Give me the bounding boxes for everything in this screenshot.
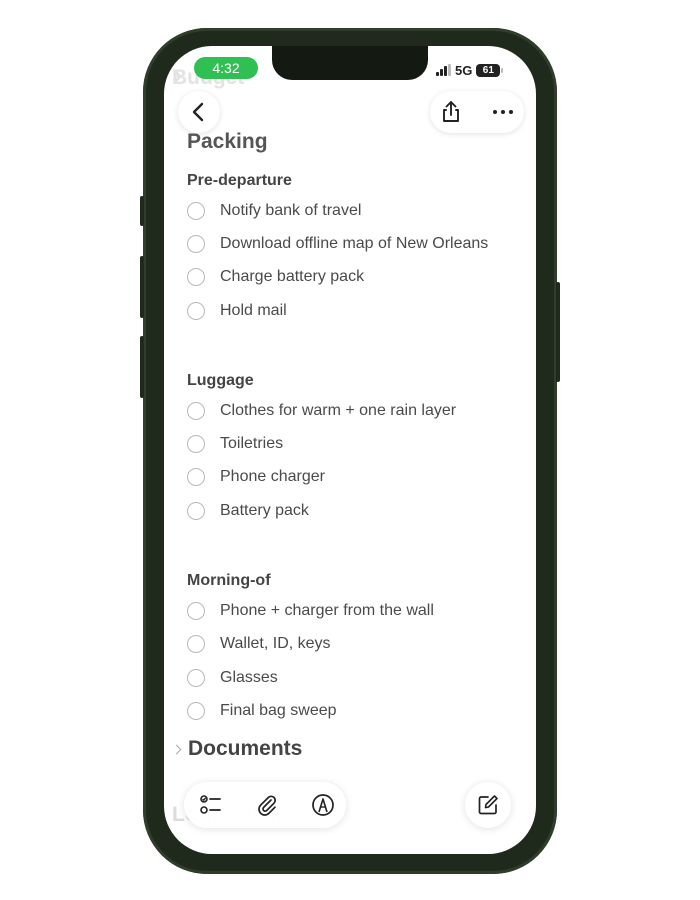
more-icon — [493, 110, 513, 114]
network-type: 5G — [455, 62, 473, 78]
checklist-item: Charge battery pack — [187, 261, 517, 294]
checklist-item-text[interactable]: Glasses — [220, 669, 278, 687]
power-button — [556, 282, 560, 382]
checklist-item-text[interactable]: Phone charger — [220, 468, 325, 486]
checklist-item: Clothes for warm + one rain layer — [187, 394, 517, 427]
checkbox[interactable] — [187, 401, 205, 420]
checkbox[interactable] — [187, 234, 205, 253]
signal-icon — [436, 64, 451, 76]
section-heading[interactable]: Pre-departure — [187, 171, 517, 191]
checklist-item: Hold mail — [187, 294, 517, 327]
checklist-item-text[interactable]: Phone + charger from the wall — [220, 602, 434, 620]
share-button[interactable] — [430, 91, 472, 133]
bottom-toolbar — [184, 782, 346, 828]
top-actions — [430, 91, 524, 133]
dynamic-island — [272, 46, 428, 80]
checkbox[interactable] — [187, 468, 205, 487]
volume-up-button — [140, 256, 144, 318]
screen: Budget 4:32 5G 61 Packing Pre-departur — [164, 46, 536, 854]
checkbox[interactable] — [187, 501, 205, 520]
disclosure-chevron-icon[interactable] — [171, 744, 182, 754]
checklist-item-text[interactable]: Charge battery pack — [220, 268, 364, 286]
checkbox[interactable] — [187, 635, 205, 654]
more-button[interactable] — [482, 91, 524, 133]
checkbox[interactable] — [187, 301, 205, 320]
checklist-item: Notify bank of travel — [187, 194, 517, 227]
section-pre-departure: Pre-departure Notify bank of travel Down… — [187, 171, 517, 327]
section-heading[interactable]: Luggage — [187, 371, 517, 391]
section-luggage: Luggage Clothes for warm + one rain laye… — [187, 371, 517, 527]
checklist-item-text[interactable]: Download offline map of New Orleans — [220, 235, 488, 253]
checklist-item-text[interactable]: Hold mail — [220, 302, 287, 320]
checklist-item-text[interactable]: Battery pack — [220, 502, 309, 520]
note-body[interactable]: Packing Pre-departure Notify bank of tra… — [187, 129, 517, 728]
checklist-item: Phone + charger from the wall — [187, 594, 517, 627]
collapsed-section-label[interactable]: Documents — [188, 737, 302, 761]
checkbox[interactable] — [187, 435, 205, 454]
volume-down-button — [140, 336, 144, 398]
checklist-item-text[interactable]: Final bag sweep — [220, 702, 337, 720]
checklist-item-text[interactable]: Clothes for warm + one rain layer — [220, 402, 456, 420]
status-time[interactable]: 4:32 — [194, 57, 258, 79]
checklist-item: Download offline map of New Orleans — [187, 227, 517, 260]
compose-button[interactable] — [465, 782, 511, 828]
share-icon — [443, 101, 459, 122]
action-button — [140, 196, 144, 226]
battery-icon: 61 — [476, 63, 504, 77]
markup-pen-icon[interactable] — [310, 792, 336, 818]
checkbox[interactable] — [187, 602, 205, 621]
checklist-item: Glasses — [187, 661, 517, 694]
section-morning-of: Morning-of Phone + charger from the wall… — [187, 571, 517, 727]
checklist-item-text[interactable]: Wallet, ID, keys — [220, 635, 331, 653]
checklist-item: Final bag sweep — [187, 694, 517, 727]
checklist-item: Toiletries — [187, 427, 517, 460]
checklist-icon[interactable] — [198, 792, 224, 818]
checkbox[interactable] — [187, 668, 205, 687]
checkbox[interactable] — [187, 701, 205, 720]
checklist-item: Phone charger — [187, 461, 517, 494]
checklist-item: Battery pack — [187, 494, 517, 527]
checklist-item-text[interactable]: Notify bank of travel — [220, 202, 361, 220]
status-indicators: 5G 61 — [436, 62, 504, 78]
collapsed-section-documents[interactable]: Documents — [171, 737, 302, 761]
back-button[interactable] — [178, 91, 220, 133]
back-icon — [192, 102, 204, 122]
paperclip-icon[interactable] — [254, 792, 280, 818]
note-title[interactable]: Packing — [187, 129, 517, 155]
checkbox[interactable] — [187, 201, 205, 220]
checklist-item: Wallet, ID, keys — [187, 628, 517, 661]
checkbox[interactable] — [187, 268, 205, 287]
checklist-item-text[interactable]: Toiletries — [220, 435, 283, 453]
section-heading[interactable]: Morning-of — [187, 571, 517, 591]
compose-icon — [478, 795, 498, 815]
